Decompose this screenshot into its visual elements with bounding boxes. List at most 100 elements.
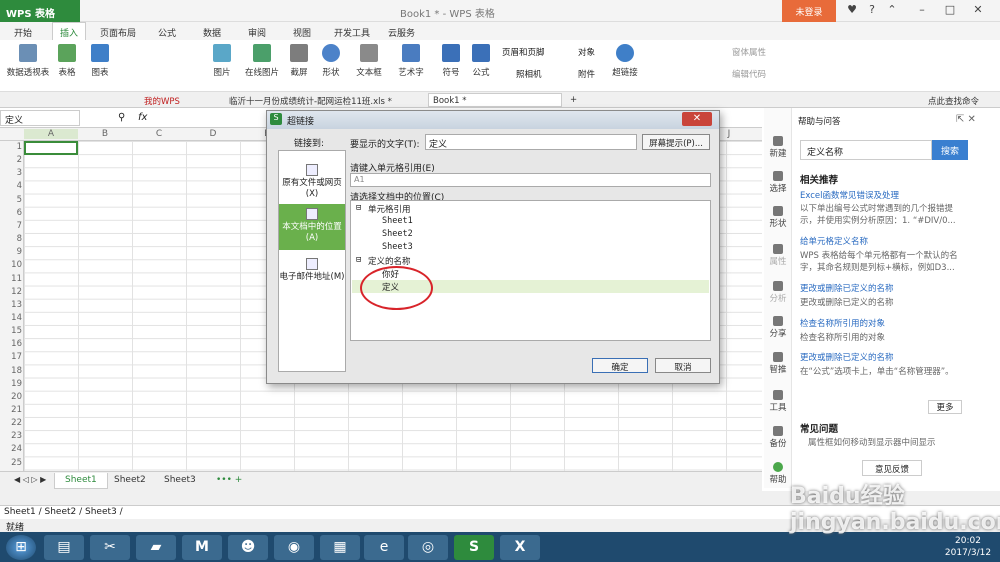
- side-select-button[interactable]: 选择: [764, 171, 792, 194]
- scissors-app-icon[interactable]: ✂: [90, 535, 130, 560]
- sheet-tab-1[interactable]: Sheet1: [54, 473, 108, 489]
- picture-button[interactable]: 图片: [208, 44, 236, 90]
- tree-defined-names[interactable]: 定义的名称: [368, 255, 411, 267]
- help-search-input[interactable]: 定义名称: [800, 140, 932, 160]
- menu-formula[interactable]: 公式: [158, 26, 176, 39]
- sheet-nav-icons[interactable]: ◀ ◁ ▷ ▶: [4, 473, 56, 489]
- more-button[interactable]: 更多: [928, 400, 962, 414]
- tree-sheet[interactable]: Sheet1: [382, 216, 413, 226]
- row-header[interactable]: 2: [0, 155, 22, 165]
- menu-developer[interactable]: 开发工具: [334, 26, 370, 39]
- menu-view[interactable]: 视图: [293, 26, 311, 39]
- related-link[interactable]: 更改或删除已定义的名称: [800, 352, 894, 364]
- screen-tip-button[interactable]: 屏幕提示(P)...: [642, 134, 710, 150]
- chart-button[interactable]: 图表: [86, 44, 114, 90]
- wordart-button[interactable]: 艺术字: [394, 44, 428, 90]
- menu-page-layout[interactable]: 页面布局: [100, 26, 136, 39]
- column-header[interactable]: B: [78, 129, 132, 139]
- row-header[interactable]: 23: [0, 431, 22, 441]
- fx-icon[interactable]: fx: [138, 112, 147, 123]
- find-command[interactable]: 点此查找命令: [924, 93, 983, 107]
- help-icon[interactable]: ?: [862, 3, 882, 19]
- table-button[interactable]: 表格: [54, 44, 80, 90]
- shape-button[interactable]: 形状: [316, 44, 346, 90]
- login-button[interactable]: 未登录: [782, 0, 836, 22]
- row-header[interactable]: 25: [0, 458, 22, 468]
- row-header[interactable]: 6: [0, 208, 22, 218]
- active-cell[interactable]: [24, 141, 78, 155]
- row-header[interactable]: 20: [0, 392, 22, 402]
- feedback-button[interactable]: 意见反馈: [862, 460, 922, 476]
- symbol-button[interactable]: 符号: [438, 44, 464, 90]
- wps-icon[interactable]: S: [454, 535, 494, 560]
- form-properties-button[interactable]: 窗体属性: [732, 46, 766, 58]
- row-header[interactable]: 16: [0, 339, 22, 349]
- pin-icon[interactable]: ⇱ ✕: [956, 114, 976, 125]
- menu-data[interactable]: 数据: [203, 26, 221, 39]
- side-help-button[interactable]: 帮助: [764, 462, 792, 485]
- row-header[interactable]: 19: [0, 379, 22, 389]
- side-property-button[interactable]: 属性: [764, 244, 792, 267]
- tree-collapse-icon[interactable]: ⊟: [356, 255, 361, 265]
- pivot-table-button[interactable]: 数据透视表: [4, 44, 52, 90]
- row-header[interactable]: 15: [0, 326, 22, 336]
- qq-icon[interactable]: ☻: [228, 535, 268, 560]
- related-link[interactable]: Excel函数常见错误及处理: [800, 190, 899, 202]
- maximize-icon[interactable]: □: [940, 3, 960, 19]
- row-header[interactable]: 9: [0, 247, 22, 257]
- ie-icon[interactable]: e: [364, 535, 404, 560]
- row-header[interactable]: 1: [0, 142, 22, 152]
- column-header[interactable]: A: [24, 129, 78, 139]
- side-share-button[interactable]: 分享: [764, 316, 792, 339]
- zoom-icon[interactable]: ⚲: [118, 112, 125, 123]
- side-smart-button[interactable]: 智推: [764, 352, 792, 375]
- calculator-icon[interactable]: ▦: [320, 535, 360, 560]
- attachment-button[interactable]: 附件: [578, 68, 595, 80]
- row-header[interactable]: 14: [0, 313, 22, 323]
- row-header[interactable]: 18: [0, 366, 22, 376]
- tab-book1[interactable]: Book1 *: [428, 93, 562, 107]
- object-button[interactable]: 对象: [578, 46, 595, 58]
- side-new-button[interactable]: 新建: [764, 136, 792, 159]
- row-header[interactable]: 21: [0, 405, 22, 415]
- help-search-button[interactable]: 搜索: [932, 140, 968, 160]
- row-header[interactable]: 8: [0, 234, 22, 244]
- cancel-button[interactable]: 取消: [655, 358, 711, 373]
- side-analysis-button[interactable]: 分析: [764, 281, 792, 304]
- screenshot-button[interactable]: 截屏: [284, 44, 314, 90]
- column-header[interactable]: C: [132, 129, 186, 139]
- link-target-email[interactable]: 电子邮件地址(M): [279, 254, 345, 300]
- close-icon[interactable]: ✕: [968, 3, 988, 19]
- faq-item[interactable]: 属性框如何移动到显示器中间显示: [808, 437, 968, 449]
- menu-review[interactable]: 审阅: [248, 26, 266, 39]
- new-tab-icon[interactable]: +: [566, 93, 581, 107]
- skin-icon[interactable]: ♥: [842, 3, 862, 19]
- dialog-close-button[interactable]: ✕: [682, 112, 712, 126]
- row-header[interactable]: 4: [0, 181, 22, 191]
- camera-button[interactable]: 照相机: [516, 68, 542, 80]
- name-box[interactable]: 定义: [0, 110, 80, 126]
- row-header[interactable]: 13: [0, 300, 22, 310]
- folder-icon[interactable]: ▰: [136, 535, 176, 560]
- tree-sheet[interactable]: Sheet2: [382, 229, 413, 239]
- tab-my-wps[interactable]: 我的WPS: [140, 93, 184, 107]
- row-header[interactable]: 17: [0, 352, 22, 362]
- row-header[interactable]: 24: [0, 444, 22, 454]
- menu-cloud[interactable]: 云服务: [388, 26, 415, 39]
- related-link[interactable]: 给单元格定义名称: [800, 236, 868, 248]
- more-sheets-icon[interactable]: ••• +: [206, 473, 252, 489]
- side-tools-button[interactable]: 工具: [764, 390, 792, 413]
- minimize-icon[interactable]: –: [912, 3, 932, 19]
- explorer-icon[interactable]: ▤: [44, 535, 84, 560]
- row-header[interactable]: 5: [0, 195, 22, 205]
- row-header[interactable]: 3: [0, 168, 22, 178]
- related-link[interactable]: 更改或删除已定义的名称: [800, 283, 894, 295]
- start-icon[interactable]: ⊞: [6, 535, 36, 560]
- online-picture-button[interactable]: 在线图片: [240, 44, 284, 90]
- sheet-tab-2[interactable]: Sheet2: [104, 473, 156, 489]
- up-icon[interactable]: ⌃: [882, 3, 902, 19]
- column-header[interactable]: D: [186, 129, 240, 139]
- tree-collapse-icon[interactable]: ⊟: [356, 203, 361, 213]
- row-header[interactable]: 10: [0, 260, 22, 270]
- menu-insert[interactable]: 插入: [52, 22, 86, 40]
